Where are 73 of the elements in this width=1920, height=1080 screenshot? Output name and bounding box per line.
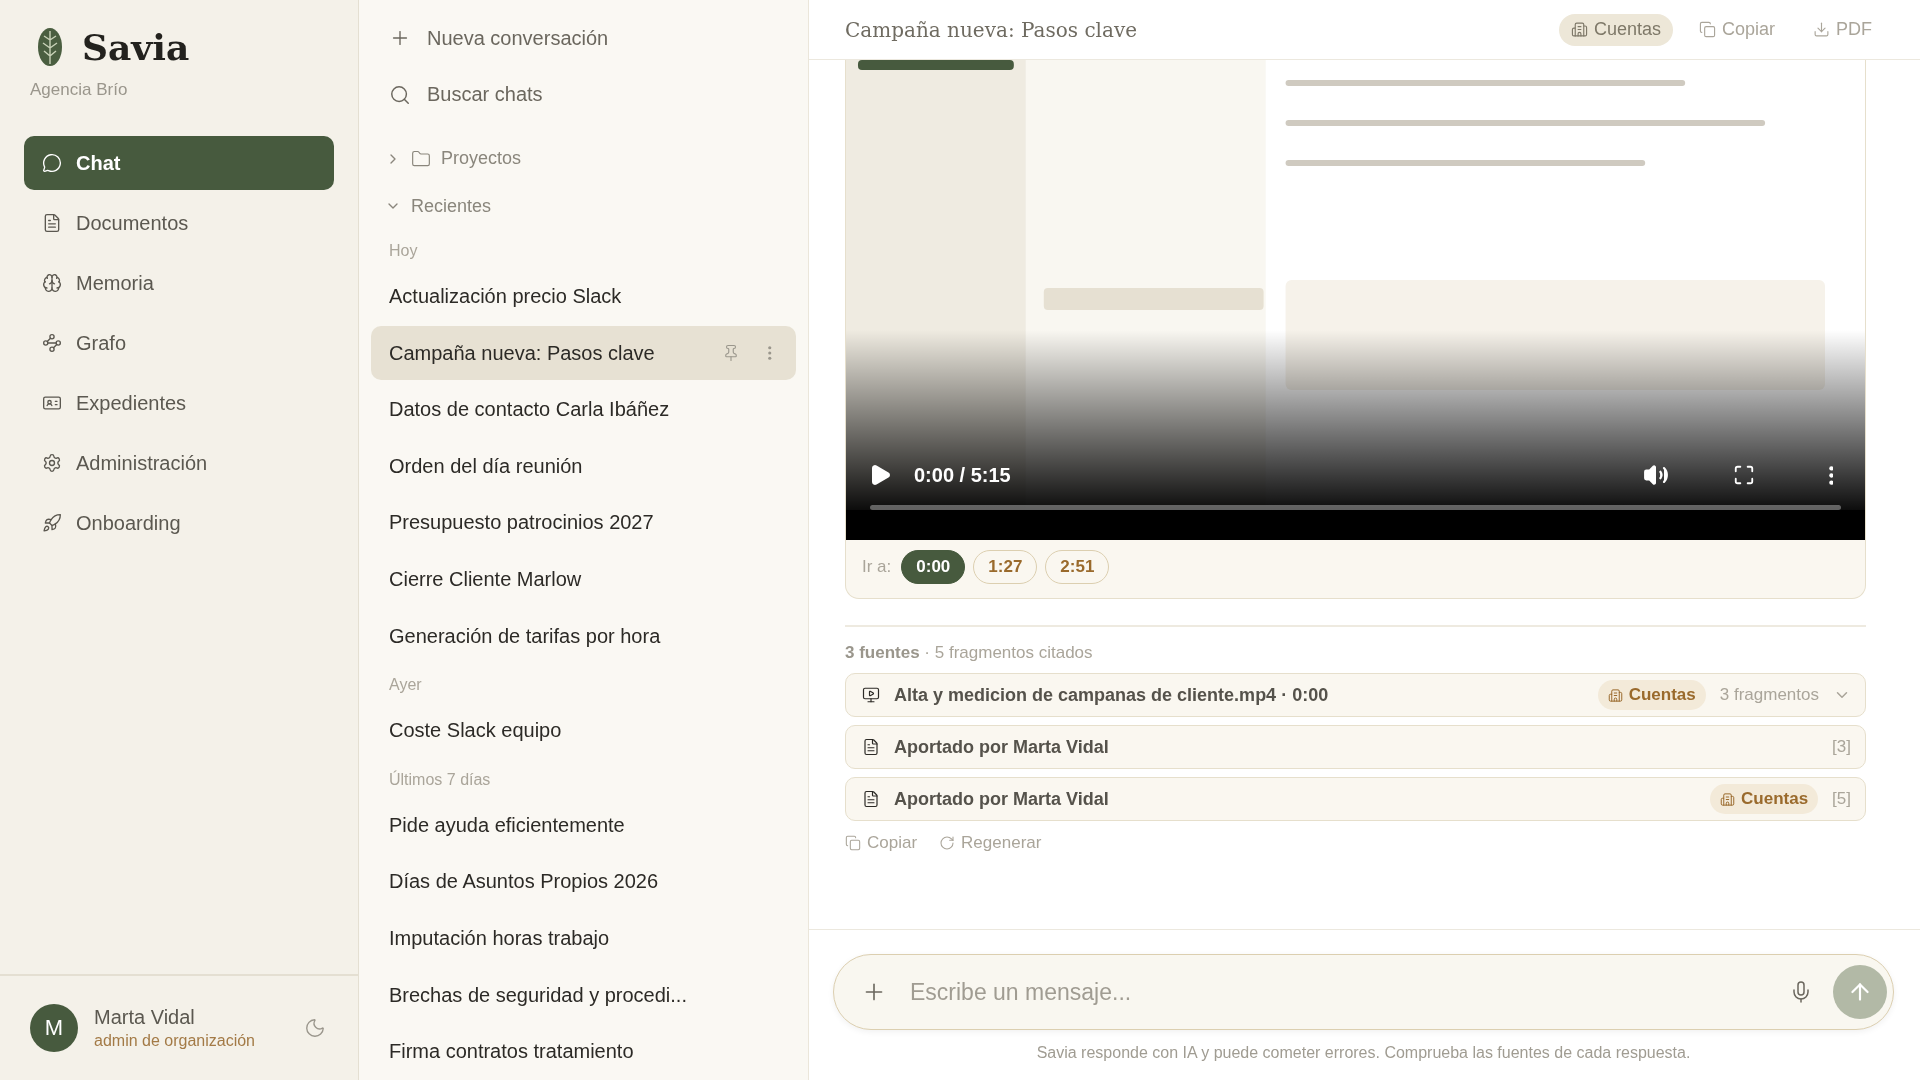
video-file-icon: [862, 686, 880, 704]
brain-icon: [42, 273, 62, 293]
send-button[interactable]: [1833, 965, 1887, 1019]
date-group-label: Hoy: [388, 241, 419, 262]
nav-item[interactable]: Documentos: [24, 196, 334, 250]
timestamp-chip[interactable]: 0:00: [901, 550, 966, 584]
copy-icon: [845, 835, 861, 851]
conversation-item[interactable]: Presupuesto patrocinios 2027: [371, 495, 796, 551]
nav-item[interactable]: Chat: [24, 136, 334, 190]
conversation-item[interactable]: Imputación horas trabajo: [371, 911, 796, 966]
conversation-item[interactable]: Pide ayuda eficientemente: [371, 798, 796, 853]
conversation-item[interactable]: Generación de tarifas por hora: [371, 608, 796, 664]
graph-icon: [42, 333, 62, 353]
building-icon: [1570, 21, 1588, 38]
progress-track[interactable]: [870, 505, 1841, 510]
citation-ref: [5]: [1832, 789, 1851, 809]
date-group-label: Ayer: [388, 675, 423, 696]
conversation-item[interactable]: Coste Slack equipo: [371, 703, 796, 758]
rocket-icon: [42, 513, 62, 533]
building-icon: [1607, 687, 1623, 703]
source-row[interactable]: Aportado por Marta Vidal Cuentas [5]: [845, 777, 1866, 821]
brand-name: Savia: [82, 26, 190, 68]
search-chats-button[interactable]: Buscar chats: [371, 66, 796, 124]
leaf-logo-icon: [36, 27, 64, 67]
user-role: admin de organización: [94, 1032, 256, 1050]
conversation-item[interactable]: Firma contratos tratamiento: [371, 1024, 796, 1079]
source-title: Alta y medicion de campanas de cliente.mp4 · 0:00: [894, 684, 1330, 706]
conversation-item[interactable]: Cierre Cliente Marlow: [371, 552, 796, 607]
document-icon: [42, 213, 62, 233]
fragment-count: 3 fragmentos: [1719, 685, 1819, 705]
nav-item[interactable]: Memoria: [24, 256, 334, 310]
source-title: Aportado por Marta Vidal: [894, 788, 1110, 810]
document-icon: [862, 790, 880, 808]
more-vertical-icon: [768, 346, 772, 361]
category-tag: Cuentas: [1597, 680, 1706, 710]
conversation-item[interactable]: Días de Asuntos Propios 2026: [371, 854, 796, 910]
building-icon: [1720, 791, 1735, 807]
category-tag: Cuentas: [1710, 784, 1819, 814]
folder-icon: [411, 148, 431, 169]
message-input[interactable]: Escribe un mensaje...: [908, 977, 1769, 1007]
jump-label: Ir a:: [862, 557, 892, 577]
source-row[interactable]: Aportado por Marta Vidal [3]: [845, 725, 1866, 769]
user-avatar[interactable]: M: [30, 1004, 78, 1052]
conversation-title: Campaña nueva: Pasos clave: [845, 17, 1139, 42]
nav-item[interactable]: Administración: [24, 436, 334, 490]
download-icon: [1813, 21, 1830, 38]
citation-ref: [3]: [1832, 737, 1851, 757]
date-group-label: Últimos 7 días: [388, 769, 492, 790]
nav-item[interactable]: Onboarding: [24, 496, 334, 550]
conversation-item[interactable]: Brechas de seguridad y procedi...: [371, 967, 796, 1023]
nav-item[interactable]: Expedientes: [24, 376, 334, 430]
conversation-item[interactable]: Campaña nueva: Pasos clave: [371, 325, 796, 381]
copy-icon: [1698, 21, 1716, 38]
refresh-icon: [939, 835, 956, 851]
new-chat-button[interactable]: Nueva conversación: [371, 9, 796, 67]
conversation-item[interactable]: Actualización precio Slack: [371, 269, 796, 324]
video-time: 0:00 / 5:15: [914, 463, 1012, 487]
disclaimer-text: Savia responde con IA y puede cometer errores. Comprueba las fuentes de cada respuesta.: [1036, 1044, 1691, 1062]
organization-name: Agencia Brío: [30, 80, 129, 100]
settings-icon: [42, 453, 62, 473]
source-row[interactable]: Alta y medicion de campanas de cliente.mp4 · 0:00 Cuentas 3 fragmentos: [845, 673, 1866, 717]
conversation-item[interactable]: Orden del día reunión: [371, 439, 796, 494]
source-title: Aportado por Marta Vidal: [894, 736, 1110, 758]
nav-item[interactable]: Grafo: [24, 316, 334, 370]
message-composer[interactable]: Escribe un mensaje...: [833, 954, 1894, 1030]
sources-summary: 3 fuentes · 5 fragmentos citados: [845, 643, 1094, 663]
chat-icon: [42, 153, 62, 173]
conversation-item[interactable]: Datos de contacto Carla Ibáñez: [371, 382, 796, 438]
search-icon: [389, 83, 411, 106]
category-tag-button[interactable]: Cuentas: [1558, 13, 1673, 46]
document-icon: [862, 738, 880, 756]
user-name: Marta Vidal: [94, 1006, 196, 1029]
more-vertical-icon: [1828, 465, 1834, 485]
